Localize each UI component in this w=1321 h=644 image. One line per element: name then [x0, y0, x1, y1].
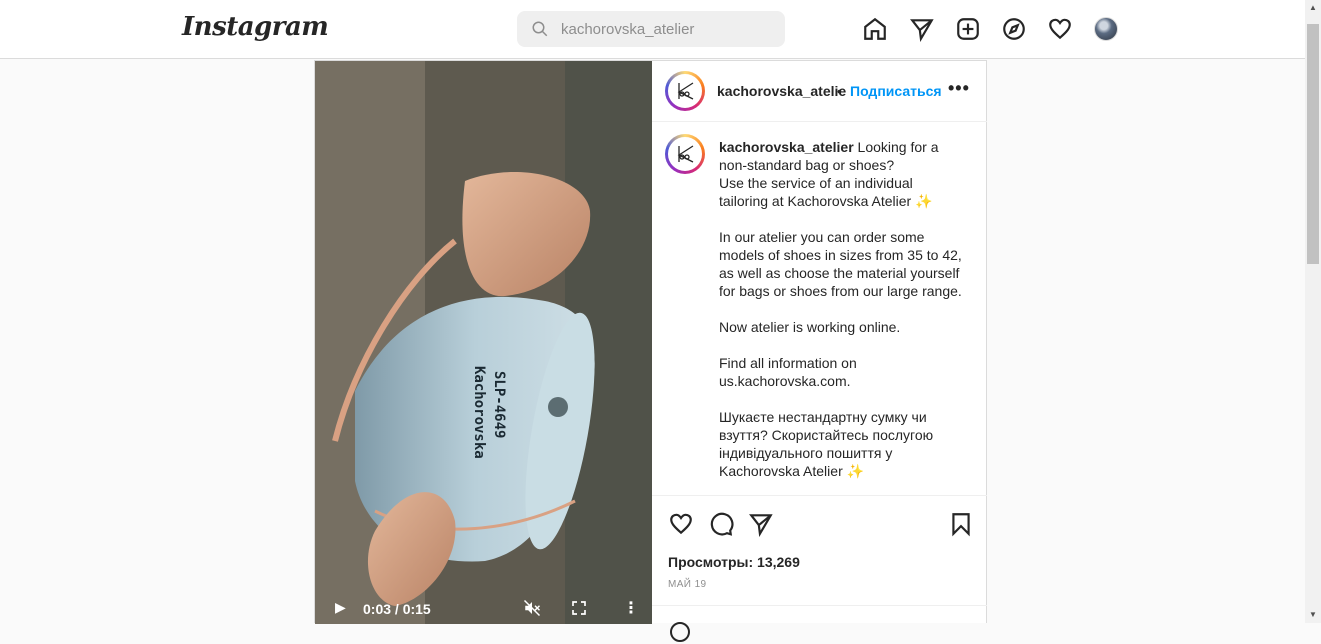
instagram-logo[interactable]: Instagram: [182, 12, 329, 42]
post-options-button[interactable]: •••: [948, 78, 970, 99]
direct-icon[interactable]: [909, 16, 935, 47]
search-box[interactable]: [517, 11, 785, 47]
profile-avatar[interactable]: [1094, 17, 1118, 41]
video-controls: ▶ 0:03 / 0:15 ⋮: [315, 594, 652, 624]
views-count[interactable]: Просмотры: 13,269: [668, 554, 800, 570]
video-more-button[interactable]: ⋮: [623, 598, 639, 618]
svg-text:Kachorovska: Kachorovska: [471, 366, 487, 459]
explore-icon[interactable]: [1001, 16, 1027, 47]
post-actions: Просмотры: 13,269 МАЙ 19: [652, 495, 987, 605]
scroll-up-arrow-icon[interactable]: ▲: [1305, 0, 1321, 16]
atelier-logo-icon: [668, 137, 702, 171]
scroll-down-arrow-icon[interactable]: ▼: [1305, 607, 1321, 623]
add-comment-bar[interactable]: [652, 605, 987, 642]
page-scrollbar[interactable]: ▲ ▼: [1305, 0, 1321, 623]
home-icon[interactable]: [862, 16, 888, 47]
caption-username[interactable]: kachorovska_atelier: [719, 139, 854, 155]
header-separator: •: [837, 83, 842, 99]
follow-button[interactable]: Подписаться: [850, 83, 942, 99]
post-sidebar: kachorovska_atelie • Подписаться ••• kac…: [652, 61, 987, 642]
video-time: 0:03 / 0:15: [363, 601, 431, 617]
post-date[interactable]: МАЙ 19: [668, 579, 707, 590]
svg-text:SLP-4649: SLP-4649: [491, 371, 507, 438]
play-button[interactable]: ▶: [335, 599, 346, 616]
video-frame: SLP-4649 Kachorovska: [315, 61, 652, 624]
like-heart-icon[interactable]: [668, 511, 694, 537]
search-input[interactable]: [561, 11, 771, 47]
muted-speaker-icon[interactable]: [523, 599, 541, 617]
author-avatar[interactable]: [665, 71, 705, 111]
author-username[interactable]: kachorovska_atelie: [717, 83, 846, 99]
caption-avatar[interactable]: [665, 134, 705, 174]
post-dialog: SLP-4649 Kachorovska ▶ 0:03 / 0:15 ⋮ kac…: [314, 60, 987, 642]
caption-body: Looking for a non-standard bag or shoes?…: [719, 139, 962, 479]
fullscreen-icon[interactable]: [571, 600, 587, 616]
activity-icon[interactable]: [1047, 16, 1073, 47]
search-icon: [532, 21, 548, 37]
new-post-icon[interactable]: [955, 16, 981, 47]
post-video[interactable]: SLP-4649 Kachorovska ▶ 0:03 / 0:15 ⋮: [315, 61, 652, 624]
scrollbar-thumb[interactable]: [1307, 24, 1319, 264]
atelier-logo-icon: [668, 74, 702, 108]
post-header: kachorovska_atelie • Подписаться •••: [652, 61, 987, 122]
emoji-icon[interactable]: [668, 620, 692, 644]
caption-text: kachorovska_atelier Looking for a non-st…: [719, 138, 964, 480]
share-icon[interactable]: [748, 511, 774, 537]
top-navigation-bar: Instagram: [0, 0, 1305, 59]
caption-area[interactable]: kachorovska_atelier Looking for a non-st…: [652, 123, 987, 495]
save-bookmark-icon[interactable]: [948, 511, 974, 537]
comment-icon[interactable]: [708, 511, 734, 537]
